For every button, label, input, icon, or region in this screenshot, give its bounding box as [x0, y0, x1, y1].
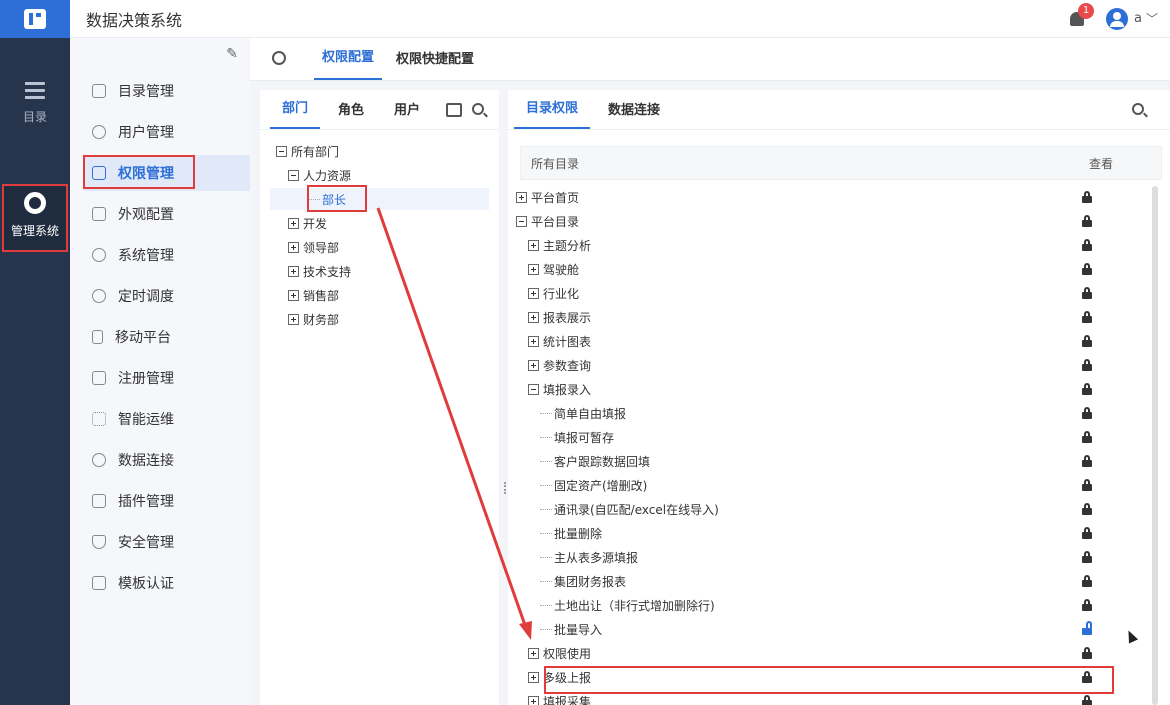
app-root: 目录 管理系统 数据决策系统 1 a ﹀ ✎ 目录管理 用户管理 权限管理 外观… [0, 0, 1170, 705]
arrow-line [376, 207, 528, 629]
annotation-arrow [376, 207, 532, 640]
arrow-head [519, 621, 532, 640]
